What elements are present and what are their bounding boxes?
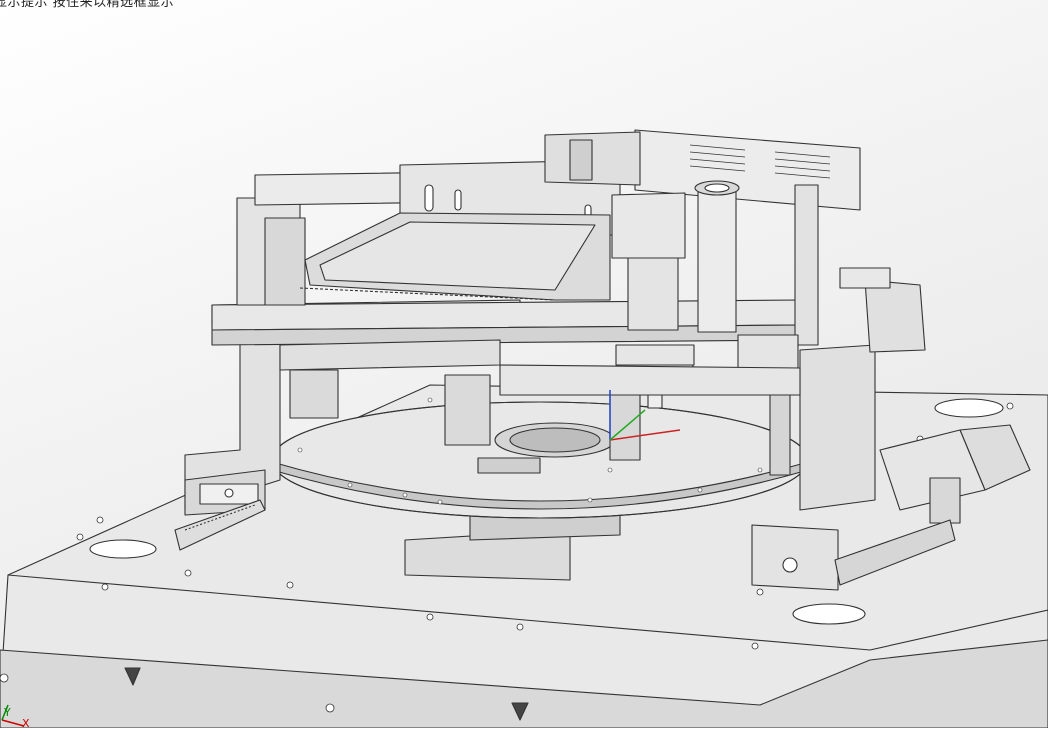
base-hole: [934, 398, 1004, 418]
triad-x-label: X: [22, 717, 30, 730]
right-foot-block: [751, 524, 839, 591]
servo-motor-upper: [864, 279, 926, 353]
base-hole: [792, 603, 866, 625]
right-column: [794, 184, 819, 346]
spindle-housing: [611, 192, 686, 259]
triad-y-label: Y: [4, 706, 11, 719]
cad-3d-viewport[interactable]: 显示提示 按住来以精选框显示 X Y: [0, 0, 1048, 730]
machine-assembly-model[interactable]: [0, 0, 1048, 728]
base-hole: [89, 539, 157, 559]
spindle-motor: [627, 257, 679, 331]
